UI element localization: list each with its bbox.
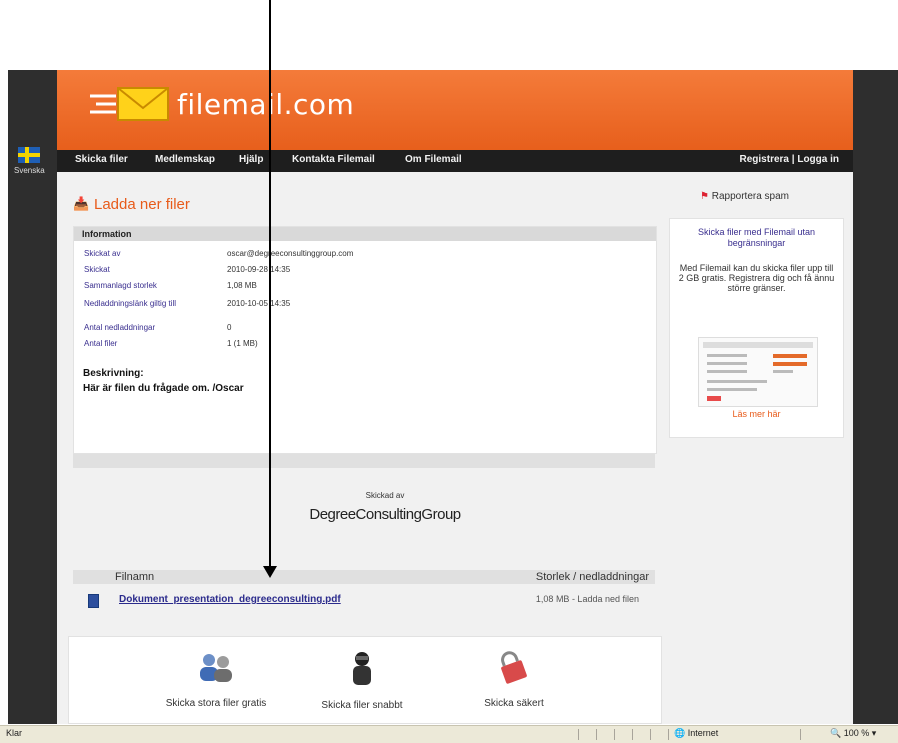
browser-right-frame: [853, 70, 898, 724]
download-icon: 📥: [73, 196, 90, 211]
info-panel: Information Skickat av oscar@degreeconsul…: [73, 226, 657, 454]
envelope-logo-icon[interactable]: [90, 82, 172, 124]
swedish-flag-icon[interactable]: [18, 147, 40, 163]
main-nav: Skicka filer Medlemskap Hjälp Kontakta F…: [57, 150, 853, 172]
sidebar-read-more-link[interactable]: Läs mer här: [670, 409, 843, 419]
page-title: Ladda ner filer: [94, 196, 190, 213]
info-header: Information: [74, 227, 656, 241]
file-size[interactable]: 1,08 MB - Ladda ned filen: [536, 594, 639, 604]
site-header: filemail.com: [57, 70, 853, 150]
column-header-filename: Filnamn: [115, 571, 155, 583]
site-logo-text[interactable]: filemail.com: [177, 88, 354, 121]
nav-item-contact[interactable]: Kontakta Filemail: [292, 154, 375, 165]
sidebar-title: Skicka filer med Filemail utan begränsni…: [697, 227, 816, 248]
nav-item-about[interactable]: Om Filemail: [405, 154, 462, 165]
nav-item-membership[interactable]: Medlemskap: [155, 154, 215, 165]
annotation-arrow-head: [263, 566, 277, 578]
description-label: Beskrivning:: [83, 368, 144, 379]
feature-free[interactable]: Skicka stora filer gratis: [151, 651, 281, 711]
zoom-icon: 🔍: [830, 728, 842, 738]
sender-label: Skickad av: [365, 491, 405, 500]
globe-icon: 🌐: [674, 728, 686, 738]
users-icon: [200, 654, 232, 682]
status-zone: 🌐 Internet: [674, 728, 719, 738]
nav-item-send[interactable]: Skicka filer: [75, 154, 128, 165]
file-icon: [88, 594, 99, 608]
rocket-icon: [353, 652, 371, 685]
sidebar-promo: Skicka filer med Filemail utan begränsni…: [669, 218, 844, 438]
file-download-link[interactable]: Dokument_presentation_degreeconsulting.p…: [119, 594, 341, 605]
feature-fast[interactable]: Skicka filer snabbt: [297, 651, 427, 713]
feature-secure[interactable]: Skicka säkert: [449, 651, 579, 711]
status-zoom[interactable]: 🔍 100 % ▾: [830, 728, 876, 739]
files-table-header: Filnamn Storlek / nedladdningar: [73, 570, 655, 584]
status-text: Klar: [6, 728, 23, 738]
thumbnail-preview-icon: [703, 342, 813, 401]
file-row[interactable]: Dokument_presentation_degreeconsulting.p…: [73, 592, 655, 610]
report-spam-link[interactable]: ⚑ Rapportera spam: [700, 191, 789, 202]
browser-status-bar: Klar 🌐 Internet 🔍 100 % ▾: [0, 725, 898, 743]
promo-screenshot-thumbnail[interactable]: [698, 337, 818, 407]
sidebar-text: Med Filemail kan du skicka filer upp til…: [678, 263, 835, 293]
sender-name: DegreeConsultingGroup: [309, 506, 461, 523]
features-panel: Skicka stora filer gratis Skicka filer s…: [68, 636, 662, 724]
description-text: Här är filen du frågade om. /Oscar: [83, 383, 244, 394]
lock-icon: [501, 651, 527, 684]
nav-item-help[interactable]: Hjälp: [239, 154, 263, 165]
language-label: Svenska: [14, 166, 45, 175]
annotation-arrow: [269, 0, 271, 568]
section-divider: [73, 454, 655, 468]
nav-login-link[interactable]: Registrera | Logga in: [740, 154, 839, 165]
column-header-size: Storlek / nedladdningar: [535, 571, 649, 583]
